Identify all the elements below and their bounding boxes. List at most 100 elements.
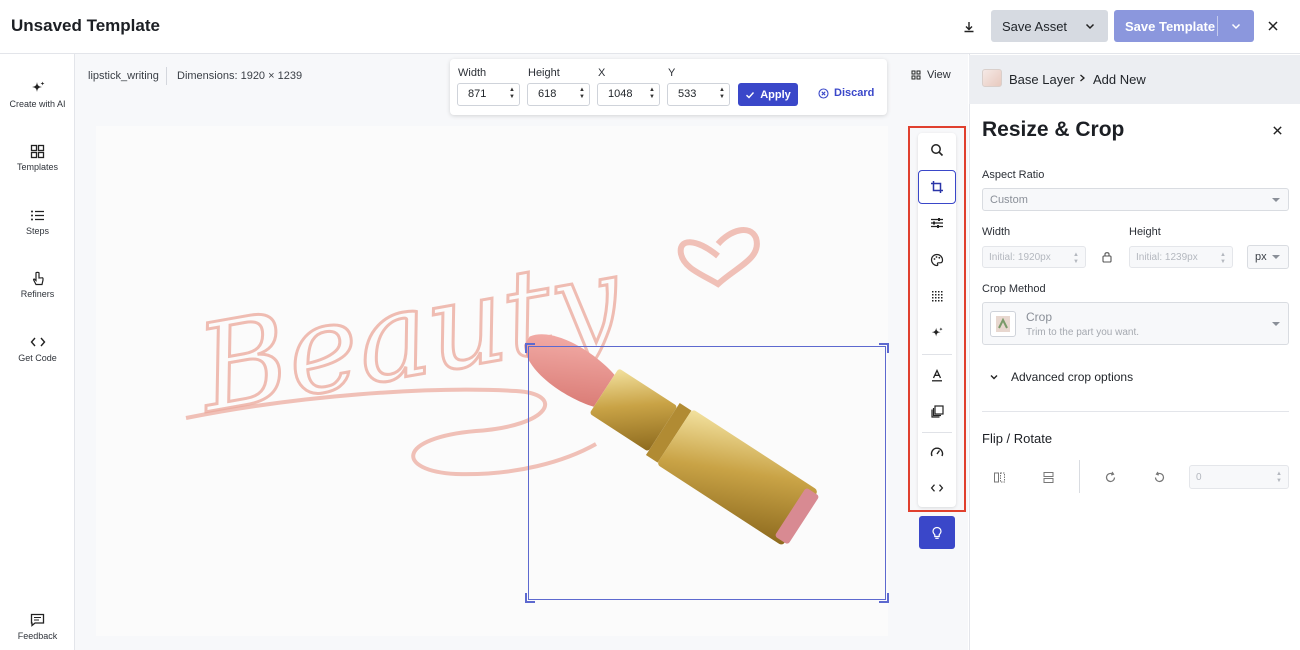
crop-handle[interactable] <box>879 343 889 353</box>
flip-horizontal-button[interactable] <box>988 466 1010 488</box>
flip-rotate-heading: Flip / Rotate <box>982 431 1053 446</box>
crop-method-thumbnail <box>990 311 1016 337</box>
stepper-icon[interactable]: ▲ ▼ <box>719 87 725 101</box>
base-layer-link[interactable]: Base Layer <box>1009 72 1075 87</box>
apply-button[interactable]: Apply <box>738 83 798 106</box>
apply-label: Apply <box>760 88 791 101</box>
height-label: Height <box>1129 226 1161 238</box>
nav-label: Feedback <box>17 631 58 641</box>
nav-item-create-with-ai[interactable]: Create with AI <box>0 80 75 109</box>
y-label: Y <box>668 67 676 79</box>
crop-handle[interactable] <box>879 593 889 603</box>
tool-ai[interactable] <box>918 316 956 350</box>
crop-y-value: 533 <box>678 88 697 100</box>
nav-item-steps[interactable]: Steps <box>0 207 75 236</box>
crop-method-select[interactable]: Crop Trim to the part you want. <box>982 302 1289 345</box>
tool-layers[interactable] <box>918 394 956 428</box>
cancel-circle-icon <box>818 87 829 99</box>
stepper-icon[interactable]: ▲ ▼ <box>1276 471 1282 485</box>
crop-width-input[interactable]: 871 ▲ ▼ <box>457 83 520 106</box>
aspect-ratio-label: Aspect Ratio <box>982 169 1045 181</box>
nav-label: Templates <box>16 162 59 172</box>
flip-vertical-button[interactable] <box>1037 466 1059 488</box>
rotate-angle-input[interactable]: 0 ▲ ▼ <box>1189 465 1289 489</box>
download-button[interactable] <box>958 16 980 38</box>
sliders-icon <box>931 218 943 228</box>
crop-height-value: 618 <box>538 88 557 100</box>
divider <box>1079 460 1080 493</box>
tool-crop[interactable] <box>918 170 956 204</box>
discard-button[interactable]: Discard <box>818 87 874 99</box>
unit-select[interactable]: px <box>1247 245 1289 269</box>
chevron-down-icon[interactable] <box>1083 19 1097 33</box>
left-nav: Create with AI Templates Steps Refiners … <box>0 54 75 650</box>
nav-label: Refiners <box>20 289 55 299</box>
crop-handle[interactable] <box>525 593 535 603</box>
list-icon <box>31 210 44 220</box>
tool-adjust[interactable] <box>918 206 956 240</box>
crop-toolbar: Width Height X Y 871 ▲ ▼ 618 ▲ ▼ 1048 ▲ ▼ 533 ▲… <box>450 59 887 115</box>
nav-item-templates[interactable]: Templates <box>0 143 75 172</box>
speed-icon <box>930 447 944 457</box>
tool-color[interactable] <box>918 243 956 277</box>
stepper-icon[interactable]: ▲ ▼ <box>509 87 515 101</box>
tool-search[interactable] <box>918 133 956 167</box>
view-label: View <box>927 69 951 81</box>
save-asset-label: Save Asset <box>1002 18 1068 34</box>
save-asset-button[interactable]: Save Asset <box>991 10 1108 42</box>
view-button[interactable]: View <box>911 69 951 81</box>
sparkle-icon <box>31 81 44 92</box>
image-dimensions: Dimensions: 1920 × 1239 <box>177 70 303 82</box>
toolbar-divider <box>922 432 952 433</box>
crop-x-input[interactable]: 1048 ▲ ▼ <box>597 83 660 106</box>
crop-handle[interactable] <box>525 343 535 353</box>
crop-method-title: Crop <box>1026 310 1053 324</box>
close-icon <box>1272 125 1282 135</box>
save-template-label: Save Template <box>1125 18 1216 34</box>
chevron-down-icon[interactable] <box>1229 19 1243 33</box>
crop-selection[interactable] <box>525 343 889 603</box>
aspect-ratio-select[interactable]: Custom <box>982 188 1289 211</box>
sparkle-icon <box>931 327 943 337</box>
resize-width-input[interactable]: Initial: 1920px ▲ ▼ <box>982 246 1086 268</box>
nav-item-feedback[interactable]: Feedback <box>0 612 75 641</box>
tool-speed[interactable] <box>918 435 956 469</box>
tool-code[interactable] <box>918 471 956 505</box>
tool-pattern[interactable] <box>918 279 956 313</box>
resize-height-input[interactable]: Initial: 1239px ▲ ▼ <box>1129 246 1233 268</box>
nav-item-get-code[interactable]: Get Code <box>0 334 75 363</box>
panel-close-button[interactable] <box>1268 121 1286 139</box>
edit-toolbar <box>918 133 956 507</box>
file-name: lipstick_writing <box>88 70 159 82</box>
close-button[interactable] <box>1263 16 1283 36</box>
nav-item-refiners[interactable]: Refiners <box>0 270 75 299</box>
rotate-right-button[interactable] <box>1099 466 1121 488</box>
rotate-left-button[interactable] <box>1148 466 1170 488</box>
feedback-icon <box>30 613 45 627</box>
grid-icon <box>30 144 45 158</box>
stepper-icon[interactable]: ▲ ▼ <box>649 87 655 101</box>
divider <box>166 67 167 85</box>
x-label: X <box>598 67 606 79</box>
caret-down-icon <box>1272 197 1280 202</box>
tool-text[interactable] <box>918 358 956 392</box>
layers-icon <box>930 404 944 418</box>
tips-button[interactable] <box>919 516 955 549</box>
chevron-right-icon <box>1080 74 1085 82</box>
width-label: Width <box>458 67 487 79</box>
chevron-down-icon <box>990 375 998 380</box>
lock-aspect-button[interactable] <box>1101 250 1113 266</box>
height-placeholder: Initial: 1239px <box>1136 251 1198 263</box>
crop-height-input[interactable]: 618 ▲ ▼ <box>527 83 590 106</box>
stepper-icon[interactable]: ▲ ▼ <box>1073 252 1079 266</box>
crop-y-input[interactable]: 533 ▲ ▼ <box>667 83 730 106</box>
save-template-button[interactable]: Save Template <box>1114 10 1254 42</box>
stepper-icon[interactable]: ▲ ▼ <box>579 87 585 101</box>
rotate-ccw-icon <box>1154 471 1164 482</box>
rotate-cw-icon <box>1105 471 1115 482</box>
add-new-layer[interactable]: Add New <box>1093 72 1146 87</box>
crop-x-value: 1048 <box>608 88 633 100</box>
crop-method-label: Crop Method <box>982 283 1046 295</box>
stepper-icon[interactable]: ▲ ▼ <box>1220 252 1226 266</box>
advanced-crop-toggle[interactable]: Advanced crop options <box>989 370 1133 384</box>
